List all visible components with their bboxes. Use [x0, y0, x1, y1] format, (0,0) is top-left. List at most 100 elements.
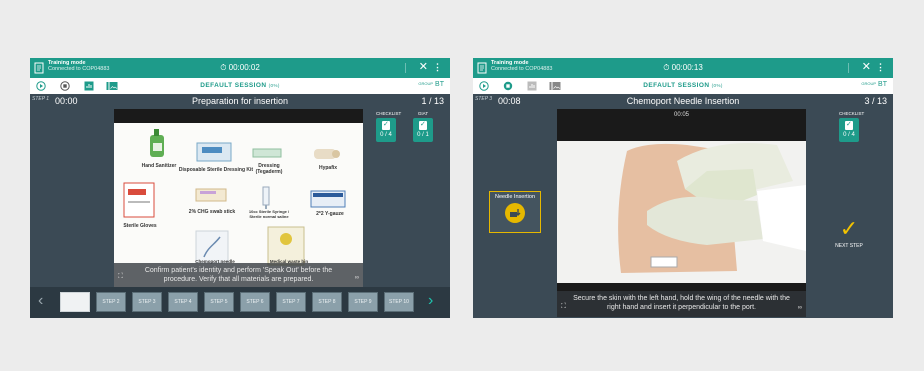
hand-sanitizer-image — [150, 129, 164, 157]
label-sterile-gloves: Sterile Gloves — [123, 223, 157, 229]
divider — [848, 63, 849, 73]
session-percent: (0%) — [711, 83, 723, 88]
session-percent: (0%) — [268, 83, 280, 88]
thumb-label: STEP 7 — [282, 299, 300, 305]
tool-count: 0 / 4 — [380, 132, 392, 138]
link-icon[interactable]: ∞ — [798, 305, 802, 311]
elapsed-timer: ⏱ 00:00:13 — [663, 63, 703, 72]
elapsed-timer: ⏱ 00:00:02 — [220, 63, 260, 72]
elapsed-time: 00:00:02 — [228, 63, 260, 72]
media-stage[interactable]: Hand Sanitizer Disposable Sterile Dressi… — [114, 109, 363, 287]
hypafix-image — [314, 149, 340, 159]
tool-label: CHECKLIST — [839, 111, 865, 116]
needle-insertion-icon — [505, 203, 525, 223]
chg-swab-image — [195, 188, 227, 202]
step-bar: STEP 3 00:08 Chemoport Needle Insertion … — [473, 94, 893, 109]
step-thumb-8[interactable]: STEP 8 — [312, 292, 342, 312]
top-bar: Training mode Connected to COP04883 ⏱ 00… — [30, 58, 450, 78]
dressing-kit-image — [196, 142, 232, 162]
group-name: BT — [878, 81, 887, 88]
step-thumb-6[interactable]: STEP 6 — [240, 292, 270, 312]
label-tegaderm: Dressing (Tegaderm) — [255, 163, 283, 175]
link-icon[interactable]: ∞ — [355, 275, 359, 281]
media-stage[interactable]: 00:05 Secure the skin with the left hand… — [557, 109, 806, 317]
step-thumb-4[interactable]: STEP 4 — [168, 292, 198, 312]
checklist-tool[interactable]: CHECKLIST 0 / 4 — [376, 111, 402, 142]
next-step-label: NEXT STEP — [835, 243, 863, 249]
step-title: Chemoport Needle Insertion — [626, 96, 740, 106]
chevron-left-icon[interactable]: ‹ — [38, 292, 43, 310]
divider — [405, 63, 406, 73]
session-title: DEFAULT SESSION (0%) — [30, 82, 450, 89]
checklist-tool[interactable]: CHECKLIST 0 / 4 — [839, 111, 865, 142]
needle-insertion-task[interactable]: Needle Insertion — [489, 191, 541, 233]
checkmark-icon: ✓ — [839, 216, 859, 241]
step-thumb-5[interactable]: STEP 5 — [204, 292, 234, 312]
step-thumb-7[interactable]: STEP 7 — [276, 292, 306, 312]
group-caption: GROUP — [418, 81, 434, 86]
checklist-icon — [845, 120, 853, 130]
thumb-label: STEP 8 — [318, 299, 336, 305]
top-bar: Training mode Connected to COP04883 ⏱ 00… — [473, 58, 893, 78]
session-name: DEFAULT SESSION — [643, 82, 710, 89]
giat-icon — [419, 120, 427, 130]
thumb-label: STEP 6 — [246, 299, 264, 305]
session-title: DEFAULT SESSION (0%) — [473, 82, 893, 89]
caption-text: Secure the skin with the left hand, hold… — [573, 295, 790, 311]
procedure-video-frame — [557, 141, 806, 283]
step-title: Preparation for insertion — [191, 96, 289, 106]
expand-icon[interactable]: ⛶ — [118, 273, 123, 281]
checklist-card[interactable]: 0 / 4 — [839, 118, 859, 142]
group-label: GROUP BT — [861, 81, 887, 88]
step-thumbnail-strip: ‹ STEP 2 STEP 3 STEP 4 STEP 5 STEP 6 STE… — [30, 287, 450, 318]
tool-label: GIAT — [417, 111, 429, 116]
thumb-label: STEP 5 — [210, 299, 228, 305]
elapsed-time: 00:00:13 — [671, 63, 703, 72]
y-gauze-image — [310, 190, 346, 208]
label-chg-swab: 2% CHG swab stick — [188, 209, 236, 215]
thumb-label: STEP 2 — [102, 299, 120, 305]
checklist-icon — [382, 120, 390, 130]
caption-text: Confirm patient's identity and perform '… — [144, 267, 333, 283]
step-count: 3 / 13 — [864, 96, 887, 106]
session-name: DEFAULT SESSION — [200, 82, 267, 89]
syringe-image — [262, 186, 270, 209]
tool-count: 0 / 4 — [843, 132, 855, 138]
thumb-label: STEP 9 — [354, 299, 372, 305]
step-thumb-2[interactable]: STEP 2 — [96, 292, 126, 312]
tool-count: 0 / 1 — [417, 132, 429, 138]
task-label: Needle Insertion — [494, 194, 536, 200]
tool-label: CHECKLIST — [376, 111, 402, 116]
chevron-right-icon[interactable]: › — [428, 292, 433, 310]
giat-tool[interactable]: GIAT 0 / 1 — [413, 111, 433, 142]
step-thumb-1[interactable] — [60, 292, 90, 312]
left-screenshot-panel: Training mode Connected to COP04883 ⏱ 00… — [30, 58, 450, 318]
step-bar: STEP 1 00:00 Preparation for insertion 1… — [30, 94, 450, 109]
close-icon[interactable]: ✕ — [419, 61, 428, 73]
group-caption: GROUP — [861, 81, 877, 86]
group-label: GROUP BT — [418, 81, 444, 88]
step-count: 1 / 13 — [421, 96, 444, 106]
label-dressing-kit: Disposable Sterile Dressing Kit — [178, 167, 254, 173]
label-y-gauze: 2*2 Y-gauze — [316, 211, 344, 217]
thumb-label: STEP 4 — [174, 299, 192, 305]
step-thumb-10[interactable]: STEP 10 — [384, 292, 414, 312]
sterile-gloves-image — [123, 182, 155, 218]
right-screenshot-panel: Training mode Connected to COP04883 ⏱ 00… — [473, 58, 893, 318]
label-syringe: 10cc Sterile Syringe / Sterile normal sa… — [248, 209, 290, 219]
close-icon[interactable]: ✕ — [862, 61, 871, 73]
next-step-button[interactable]: ✓ NEXT STEP — [819, 216, 879, 250]
caption-box: Confirm patient's identity and perform '… — [114, 263, 363, 287]
more-vertical-icon[interactable]: ⋮ — [876, 62, 885, 72]
session-bar: DEFAULT SESSION (0%) GROUP BT — [30, 78, 450, 94]
checklist-card[interactable]: 0 / 4 — [376, 118, 396, 142]
label-hypafix: Hypafix — [318, 165, 338, 171]
step-thumb-3[interactable]: STEP 3 — [132, 292, 162, 312]
more-vertical-icon[interactable]: ⋮ — [433, 62, 442, 72]
stage-timer: 00:05 — [673, 112, 689, 118]
step-thumb-9[interactable]: STEP 9 — [348, 292, 378, 312]
giat-card[interactable]: 0 / 1 — [413, 118, 433, 142]
group-name: BT — [435, 81, 444, 88]
tegaderm-image — [252, 148, 282, 158]
expand-icon[interactable]: ⛶ — [561, 303, 566, 311]
